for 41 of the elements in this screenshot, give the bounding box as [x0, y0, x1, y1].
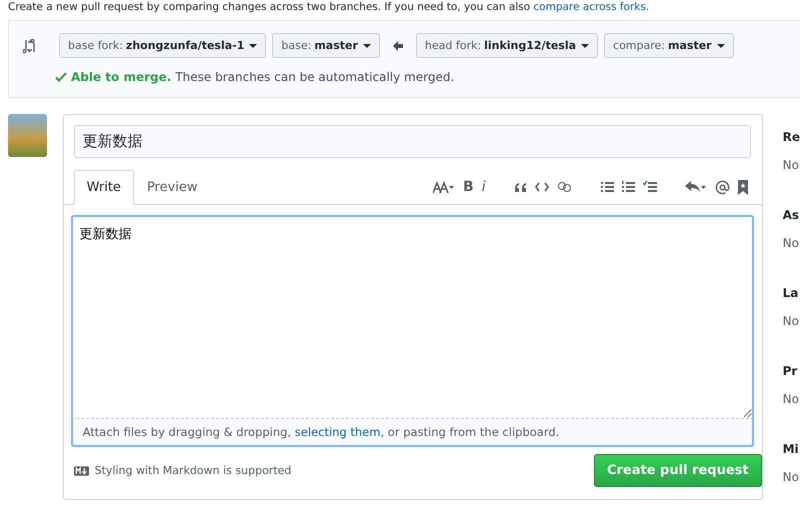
sidebar-heading[interactable]: La [782, 286, 800, 300]
sidebar-heading[interactable]: Mi [782, 442, 800, 456]
bookmark-icon[interactable] [738, 180, 748, 194]
title-field[interactable]: 更新数据 [74, 125, 751, 158]
branch-selector[interactable]: head fork: linking12/tesla [416, 33, 598, 58]
select-files-link[interactable]: selecting them [294, 425, 380, 439]
sidebar-heading[interactable]: Pr [782, 364, 800, 378]
left-arrow-icon [392, 40, 404, 52]
text-size-icon[interactable] [433, 181, 456, 193]
intro-text: Create a new pull request by comparing changes across two branches. If you need to, you can also [8, 1, 530, 13]
merge-status: Able to merge. [71, 70, 172, 84]
bold-button[interactable]: B [463, 179, 474, 195]
avatar-placeholder [8, 114, 47, 157]
check-icon [55, 71, 67, 83]
link-icon[interactable] [556, 181, 573, 193]
sidebar-value: No [782, 158, 800, 172]
sidebar-value: No [782, 470, 800, 484]
mention-icon[interactable] [714, 180, 730, 194]
comment-field[interactable]: 更新数据 [70, 215, 754, 419]
task-list-icon[interactable] [642, 181, 657, 193]
sidebar-heading[interactable]: Re [782, 130, 800, 144]
sidebar-value: No [782, 392, 800, 406]
editor-tab[interactable]: Write [74, 170, 134, 205]
branch-selector[interactable]: base fork: zhongzunfa/tesla-1 [59, 33, 266, 58]
merge-message: These branches can be automatically merged. [175, 70, 454, 84]
bulleted-list-icon[interactable] [600, 181, 614, 193]
reply-icon[interactable] [684, 181, 707, 193]
code-icon[interactable] [534, 182, 549, 192]
numbered-list-icon[interactable] [622, 181, 635, 193]
markdown-icon [74, 466, 89, 476]
quote-icon[interactable] [514, 182, 527, 192]
sidebar-value: No [782, 236, 800, 250]
sidebar-value: No [782, 314, 800, 328]
markdown-note: Styling with Markdown is supported [94, 464, 292, 477]
attach-hint: Attach files by dragging & dropping, selecting them, or pasting from the clipboard. [70, 419, 754, 447]
branch-selector[interactable]: compare: master [604, 33, 734, 58]
sidebar-heading[interactable]: As [782, 208, 800, 222]
branch-selector[interactable]: base: master [272, 33, 380, 58]
compare-forks-link[interactable]: compare across forks. [533, 1, 650, 13]
editor-tab[interactable]: Preview [134, 170, 211, 205]
italic-button[interactable]: i [482, 179, 486, 195]
